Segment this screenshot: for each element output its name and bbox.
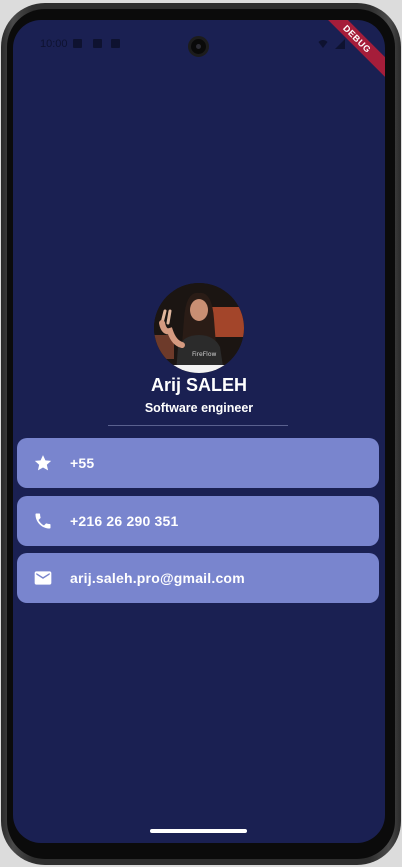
briefcase-icon — [93, 39, 102, 48]
divider — [108, 425, 288, 426]
profile-photo: FireFlow — [154, 283, 244, 373]
signal-icon — [335, 39, 345, 49]
status-bar: 10:00 — [13, 20, 385, 68]
phone-icon — [32, 510, 54, 532]
contact-star-value: +55 — [70, 455, 95, 471]
star-icon — [32, 452, 54, 474]
sim-icon — [111, 39, 120, 48]
contact-card-email[interactable]: arij.saleh.pro@gmail.com — [17, 553, 379, 603]
wifi-icon — [317, 40, 329, 48]
status-time: 10:00 — [40, 38, 68, 50]
notification-icon — [73, 39, 82, 48]
home-indicator[interactable] — [150, 829, 247, 833]
contact-card-star[interactable]: +55 — [17, 438, 379, 488]
contact-card-phone[interactable]: +216 26 290 351 — [17, 496, 379, 546]
contact-email-value: arij.saleh.pro@gmail.com — [70, 570, 245, 586]
avatar: FireFlow — [154, 283, 244, 373]
svg-text:FireFlow: FireFlow — [192, 351, 216, 358]
contact-phone-value: +216 26 290 351 — [70, 513, 179, 529]
app-screen: 10:00 DEBUG FireFlow Arij SALEH Software… — [13, 20, 385, 843]
email-icon — [32, 567, 54, 589]
profile-title: Software engineer — [144, 401, 254, 415]
profile-name: Arij SALEH — [150, 375, 247, 395]
camera-icon — [188, 36, 209, 57]
